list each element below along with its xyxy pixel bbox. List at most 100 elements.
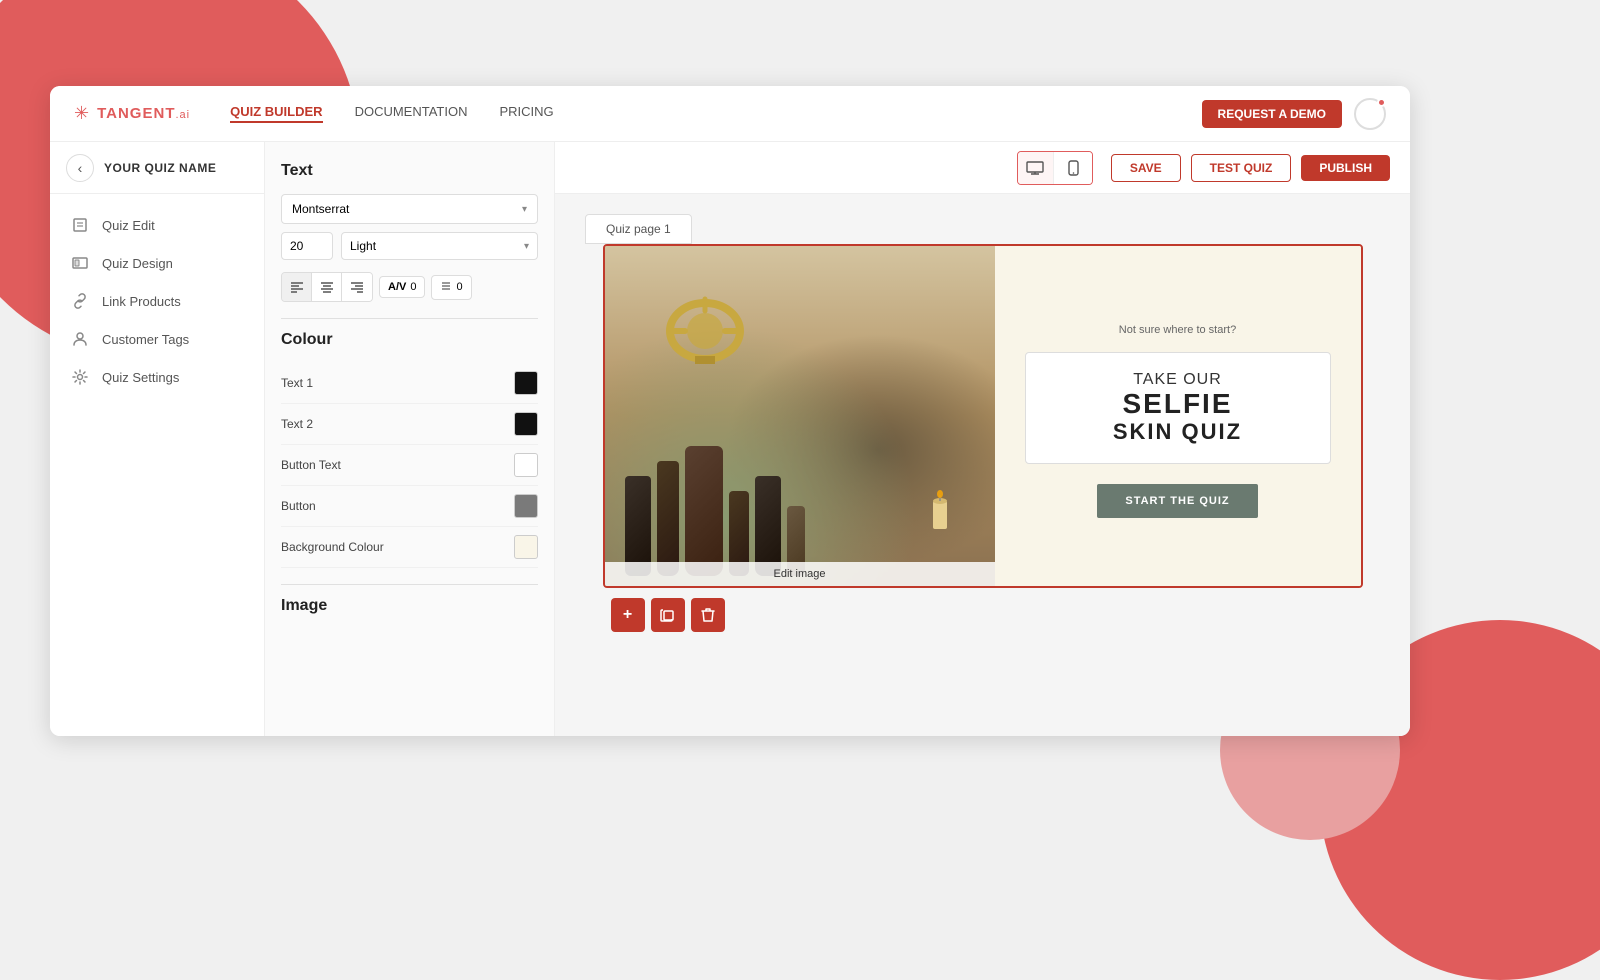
quiz-text-side: Not sure where to start? TAKE OUR SELFIE… xyxy=(995,246,1361,586)
sidebar-item-quiz-edit[interactable]: Quiz Edit xyxy=(50,206,264,244)
colour-section-title: Colour xyxy=(281,331,538,349)
quiz-page-tab[interactable]: Quiz page 1 xyxy=(585,214,692,244)
line-spacing-input[interactable]: 0 xyxy=(431,275,471,300)
request-demo-button[interactable]: REQUEST A DEMO xyxy=(1202,100,1342,128)
sidebar-item-quiz-design[interactable]: Quiz Design xyxy=(50,244,264,282)
publish-button[interactable]: PUBLISH xyxy=(1301,155,1390,181)
colour-text1-label: Text 1 xyxy=(281,376,313,390)
add-page-button[interactable]: + xyxy=(611,598,645,632)
char-spacing-label: A/V xyxy=(388,281,406,293)
quiz-card: Edit image Not sure where to start? TAKE… xyxy=(603,244,1363,588)
bottle-2 xyxy=(657,461,679,576)
quiz-title-skin: SKIN QUIZ xyxy=(1046,419,1310,445)
nav-documentation[interactable]: DOCUMENTATION xyxy=(355,104,468,123)
quiz-name-label: YOUR QUIZ NAME xyxy=(104,161,216,175)
quiz-canvas: Quiz page 1 xyxy=(555,194,1410,736)
nav-quiz-builder[interactable]: QUIZ BUILDER xyxy=(230,104,322,123)
bottle-5 xyxy=(755,476,781,576)
bottle-3 xyxy=(685,446,723,576)
sidebar-item-quiz-settings[interactable]: Quiz Settings xyxy=(50,358,264,396)
mobile-preview-button[interactable] xyxy=(1056,152,1092,184)
colour-text1-swatch[interactable] xyxy=(514,371,538,395)
colour-row-btn-text: Button Text xyxy=(281,445,538,486)
quiz-design-icon xyxy=(70,255,90,271)
sidebar-header: ‹ YOUR QUIZ NAME xyxy=(50,142,264,194)
logo-text: TANGENT.ai xyxy=(97,105,190,122)
colour-section: Colour Text 1 Text 2 Button Text Button xyxy=(281,331,538,568)
sidebar-item-quiz-settings-label: Quiz Settings xyxy=(102,370,179,385)
middle-panel: Text Montserrat ▾ Light ▾ xyxy=(265,142,555,736)
colour-btn-text-label: Button Text xyxy=(281,458,341,472)
font-family-select[interactable]: Montserrat ▾ xyxy=(281,194,538,224)
logo: ✳ TANGENT.ai xyxy=(74,103,190,124)
duplicate-page-button[interactable] xyxy=(651,598,685,632)
bottle-1 xyxy=(625,476,651,576)
quiz-title-take: TAKE OUR xyxy=(1046,371,1310,389)
back-button[interactable]: ‹ xyxy=(66,154,94,182)
colour-btn-label: Button xyxy=(281,499,316,513)
faucet-decoration xyxy=(665,296,755,366)
font-selector-row: Montserrat ▾ xyxy=(281,194,538,224)
colour-text2-swatch[interactable] xyxy=(514,412,538,436)
align-left-button[interactable] xyxy=(282,273,312,301)
char-spacing-input[interactable]: A/V 0 xyxy=(379,276,425,298)
align-right-button[interactable] xyxy=(342,273,372,301)
sidebar-item-customer-tags[interactable]: Customer Tags xyxy=(50,320,264,358)
colour-row-bg: Background Colour xyxy=(281,527,538,568)
top-nav: ✳ TANGENT.ai QUIZ BUILDER DOCUMENTATION … xyxy=(50,86,1410,142)
sidebar-item-quiz-edit-label: Quiz Edit xyxy=(102,218,155,233)
save-button[interactable]: SAVE xyxy=(1111,154,1181,182)
colour-row-text1: Text 1 xyxy=(281,363,538,404)
colour-bg-label: Background Colour xyxy=(281,540,384,554)
preview-icons xyxy=(1017,151,1093,185)
delete-page-button[interactable] xyxy=(691,598,725,632)
colour-text2-label: Text 2 xyxy=(281,417,313,431)
font-family-chevron: ▾ xyxy=(522,204,527,215)
image-section-title: Image xyxy=(281,597,538,615)
start-quiz-button[interactable]: START THE QUIZ xyxy=(1097,484,1257,518)
nav-right: REQUEST A DEMO xyxy=(1202,98,1386,130)
font-size-weight-row: Light ▾ xyxy=(281,232,538,260)
colour-row-text2: Text 2 xyxy=(281,404,538,445)
colour-bg-swatch[interactable] xyxy=(514,535,538,559)
candle xyxy=(925,481,955,536)
app-window: ✳ TANGENT.ai QUIZ BUILDER DOCUMENTATION … xyxy=(50,86,1410,736)
colour-btn-swatch[interactable] xyxy=(514,494,538,518)
divider-colour-image xyxy=(281,584,538,585)
sidebar: ‹ YOUR QUIZ NAME Quiz Edit Quiz Design xyxy=(50,142,265,736)
avatar[interactable] xyxy=(1354,98,1386,130)
sidebar-item-link-products[interactable]: Link Products xyxy=(50,282,264,320)
alignment-group xyxy=(281,272,373,302)
desktop-preview-button[interactable] xyxy=(1018,152,1054,184)
customer-tags-icon xyxy=(70,331,90,347)
sidebar-item-link-products-label: Link Products xyxy=(102,294,181,309)
line-spacing-icon xyxy=(440,280,452,295)
divider-text-colour xyxy=(281,318,538,319)
edit-image-button[interactable]: Edit image xyxy=(605,562,995,586)
content-area: ‹ YOUR QUIZ NAME Quiz Edit Quiz Design xyxy=(50,142,1410,736)
colour-row-btn: Button xyxy=(281,486,538,527)
font-size-input[interactable] xyxy=(281,232,333,260)
align-center-button[interactable] xyxy=(312,273,342,301)
quiz-settings-icon xyxy=(70,369,90,385)
quiz-image-placeholder xyxy=(605,246,995,586)
alignment-row: A/V 0 0 xyxy=(281,272,538,302)
nav-links: QUIZ BUILDER DOCUMENTATION PRICING xyxy=(230,104,1201,123)
font-weight-select[interactable]: Light ▾ xyxy=(341,232,538,260)
nav-pricing[interactable]: PRICING xyxy=(499,104,553,123)
link-products-icon xyxy=(70,293,90,309)
font-weight-chevron: ▾ xyxy=(524,241,529,252)
line-spacing-value: 0 xyxy=(456,281,462,293)
quiz-title-box: TAKE OUR SELFIE SKIN QUIZ xyxy=(1025,352,1331,465)
test-quiz-button[interactable]: TEST QUIZ xyxy=(1191,154,1292,182)
logo-icon: ✳ xyxy=(74,103,89,124)
quiz-edit-icon xyxy=(70,217,90,233)
quiz-card-wrapper: Edit image Not sure where to start? TAKE… xyxy=(603,244,1363,588)
quiz-image-side: Edit image xyxy=(605,246,995,586)
bottle-group xyxy=(625,446,805,576)
text-section-title: Text xyxy=(281,162,538,180)
colour-btn-text-swatch[interactable] xyxy=(514,453,538,477)
image-section: Image xyxy=(281,597,538,615)
card-action-bar: + xyxy=(611,598,725,632)
quiz-title-selfie: SELFIE xyxy=(1046,389,1310,420)
